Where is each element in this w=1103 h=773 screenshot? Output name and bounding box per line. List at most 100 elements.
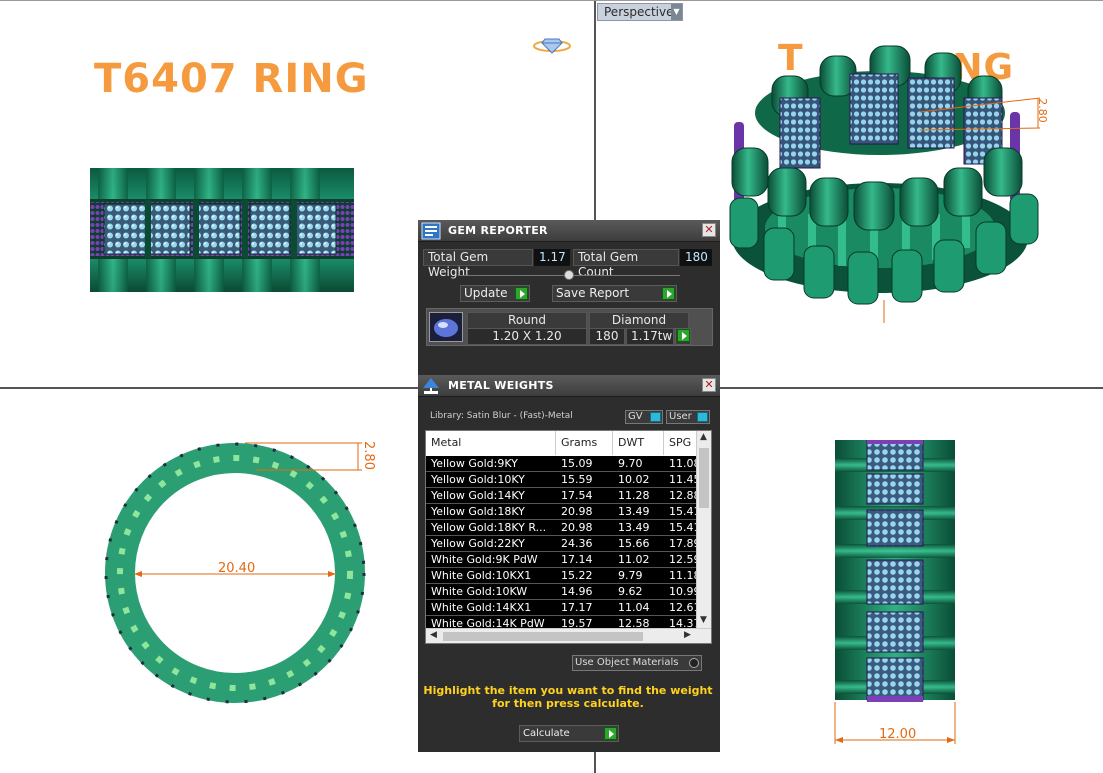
gem-reporter-panel: GEM REPORTER ✕ Total Gem Weight 1.17 Tot… xyxy=(418,220,720,380)
perspective-view-tab[interactable]: Perspective ▼ xyxy=(597,3,683,21)
gem-count: 180 xyxy=(589,328,625,345)
dwt-cell: 11.28 xyxy=(618,489,650,502)
table-row[interactable]: Yellow Gold:18KY 20.98 13.49 15.41 xyxy=(426,504,701,520)
play-icon xyxy=(662,287,675,300)
grams-cell: 15.09 xyxy=(561,457,593,470)
table-row[interactable]: White Gold:10KX1 15.22 9.79 11.18 xyxy=(426,568,701,584)
grams-cell: 15.59 xyxy=(561,473,593,486)
perspective-height-dimension: 2.80 xyxy=(1035,98,1049,123)
scroll-thumb[interactable] xyxy=(699,448,709,508)
scroll-up-icon[interactable]: ▲ xyxy=(700,432,707,442)
column-header-dwt[interactable]: DWT xyxy=(613,431,664,455)
scroll-thumb[interactable] xyxy=(443,632,643,641)
metal-name-cell: White Gold:10KX1 xyxy=(431,569,532,582)
toggle-switch-icon xyxy=(697,412,708,422)
calculate-button[interactable]: Calculate xyxy=(519,725,619,742)
play-icon xyxy=(515,287,528,300)
ring-front-view[interactable] xyxy=(90,168,354,292)
table-row[interactable]: White Gold:14KX1 17.17 11.04 12.61 xyxy=(426,600,701,616)
column-header-grams[interactable]: Grams xyxy=(556,431,613,455)
grams-cell: 17.14 xyxy=(561,553,593,566)
height-dimension: 2.80 xyxy=(360,441,376,470)
dwt-cell: 13.49 xyxy=(618,521,650,534)
toggle-switch-icon xyxy=(650,412,661,422)
metal-name-cell: Yellow Gold:10KY xyxy=(431,473,525,486)
gem-report-icon xyxy=(421,222,441,240)
dwt-cell: 11.04 xyxy=(618,601,650,614)
ring-title: T6407 RING xyxy=(94,56,369,102)
metal-name-cell: Yellow Gold:18KY xyxy=(431,505,525,518)
metal-weights-table[interactable]: Metal Grams DWT SPG Yellow Gold:9KY 15.09… xyxy=(425,430,712,644)
table-row[interactable]: White Gold:9K PdW 17.14 11.02 12.59 xyxy=(426,552,701,568)
grams-cell: 14.96 xyxy=(561,585,593,598)
gem-shape: Round xyxy=(467,312,587,329)
scroll-left-icon[interactable]: ◀ xyxy=(430,630,437,640)
grams-cell: 17.17 xyxy=(561,601,593,614)
metal-name-cell: Yellow Gold:9KY xyxy=(431,457,518,470)
ring-side-view[interactable] xyxy=(833,440,957,710)
use-object-materials-toggle[interactable]: Use Object Materials xyxy=(572,655,702,671)
gem-reporter-title: GEM REPORTER xyxy=(448,224,548,237)
total-gem-weight-value: 1.17 xyxy=(534,249,570,266)
width-dimension: 12.00 xyxy=(879,727,917,742)
vertical-scrollbar[interactable]: ▲ ▼ xyxy=(696,431,711,629)
perspective-label: Perspective xyxy=(604,5,674,19)
splitter-handle-icon[interactable] xyxy=(564,270,574,280)
table-row[interactable]: Yellow Gold:10KY 15.59 10.02 11.45 xyxy=(426,472,701,488)
calculate-label: Calculate xyxy=(523,728,570,739)
viewport-border-top xyxy=(0,0,1103,1)
metal-name-cell: White Gold:10KW xyxy=(431,585,528,598)
gem-weight: 1.17tw xyxy=(626,328,674,345)
close-icon[interactable]: ✕ xyxy=(702,223,716,237)
table-row[interactable]: Yellow Gold:18KY R... 20.98 13.49 15.41 xyxy=(426,520,701,536)
close-icon[interactable]: ✕ xyxy=(702,378,716,392)
scroll-right-icon[interactable]: ▶ xyxy=(684,630,691,640)
dwt-cell: 9.79 xyxy=(618,569,643,582)
total-gem-count-label: Total Gem Count xyxy=(573,249,679,279)
table-body: Yellow Gold:9KY 15.09 9.70 11.08 Yellow Gold… xyxy=(426,456,701,632)
metal-weights-header[interactable]: METAL WEIGHTS ✕ xyxy=(418,375,720,397)
table-row[interactable]: Yellow Gold:22KY 24.36 15.66 17.89 xyxy=(426,536,701,552)
gem-size: 1.20 X 1.20 xyxy=(467,328,587,345)
round-gem-icon xyxy=(429,312,463,342)
play-icon xyxy=(677,329,690,342)
diamond-ring-icon[interactable] xyxy=(532,33,572,55)
play-icon xyxy=(604,727,617,740)
save-report-label: Save Report xyxy=(556,286,630,300)
user-toggle[interactable]: User xyxy=(666,410,710,424)
use-object-materials-label: Use Object Materials xyxy=(575,657,679,668)
metal-name-cell: Yellow Gold:22KY xyxy=(431,537,525,550)
metal-name-cell: White Gold:9K PdW xyxy=(431,553,538,566)
dwt-cell: 13.49 xyxy=(618,505,650,518)
column-header-metal[interactable]: Metal xyxy=(426,431,556,455)
grams-cell: 15.22 xyxy=(561,569,593,582)
scroll-down-icon[interactable]: ▼ xyxy=(700,615,707,625)
gem-go-button[interactable] xyxy=(675,328,691,345)
gem-type: Diamond xyxy=(589,312,689,329)
gem-reporter-header[interactable]: GEM REPORTER ✕ xyxy=(418,220,720,242)
dwt-cell: 9.70 xyxy=(618,457,643,470)
ring-perspective-view[interactable] xyxy=(720,38,1055,323)
gem-row[interactable]: Round 1.20 X 1.20 Diamond 180 1.17tw xyxy=(426,308,713,346)
grams-cell: 24.36 xyxy=(561,537,593,550)
table-row[interactable]: Yellow Gold:9KY 15.09 9.70 11.08 xyxy=(426,456,701,472)
update-button[interactable]: Update xyxy=(460,285,530,302)
table-row[interactable]: White Gold:10KW 14.96 9.62 10.99 xyxy=(426,584,701,600)
metal-weights-panel: METAL WEIGHTS ✕ Library: Satin Blur - (F… xyxy=(418,375,720,752)
metal-name-cell: Yellow Gold:14KY xyxy=(431,489,525,502)
total-gem-count-value: 180 xyxy=(680,249,712,266)
table-header: Metal Grams DWT SPG xyxy=(426,431,698,455)
dwt-cell: 10.02 xyxy=(618,473,650,486)
chevron-down-icon[interactable]: ▼ xyxy=(671,4,682,20)
grams-cell: 20.98 xyxy=(561,521,593,534)
metal-name-cell: Yellow Gold:18KY R... xyxy=(431,521,547,534)
table-row[interactable]: Yellow Gold:14KY 17.54 11.28 12.88 xyxy=(426,488,701,504)
metal-weights-title: METAL WEIGHTS xyxy=(448,379,554,392)
diameter-dimension: 20.40 xyxy=(218,561,256,576)
library-label: Library: Satin Blur - (Fast)-Metal xyxy=(430,411,573,421)
hint-line-1: Highlight the item you want to find the … xyxy=(423,684,713,697)
gv-toggle[interactable]: GV xyxy=(625,410,663,424)
save-report-button[interactable]: Save Report xyxy=(552,285,677,302)
horizontal-scrollbar[interactable]: ◀ ▶ xyxy=(426,628,711,643)
dwt-cell: 11.02 xyxy=(618,553,650,566)
